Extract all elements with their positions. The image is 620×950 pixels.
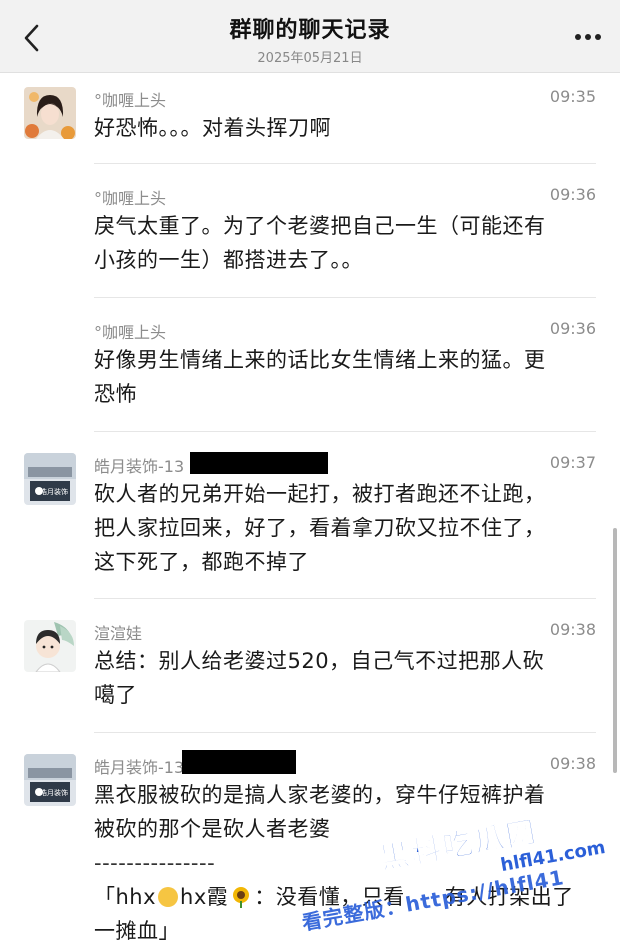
avatar[interactable] [24,87,76,139]
divider [94,163,596,164]
sender-name: °咖喱上头 [94,189,167,208]
message-line: 总结：别人给老婆过520，自己气不过把那人砍 [94,649,545,673]
girl-avatar-image [24,87,76,139]
redaction-bar [190,452,328,474]
sender-name: 渲渲娃 [94,624,143,643]
divider [94,297,596,298]
message-time: 09:36 [549,185,596,204]
boy-cartoon-avatar-image [24,620,76,672]
message-line: 戾气太重了。为了个老婆把自己一生（可能还有 [94,214,546,238]
message-text[interactable]: 戾气太重了。为了个老婆把自己一生（可能还有 小孩的一生）都搭进去了。。 [94,209,599,277]
message-text[interactable]: 好像男生情绪上来的话比女生情绪上来的猛。更 恐怖 [94,343,599,411]
nav-bar: 群聊的聊天记录 2025年05月21日 [0,0,620,73]
message-time: 09:38 [549,754,596,773]
sender-name: 皓月装饰-13 [94,758,185,777]
logo-text: 皓月装饰 [40,487,68,496]
message-line: 这下死了，都跑不掉了 [94,550,309,574]
page-title: 群聊的聊天记录 [229,18,391,43]
sender-name: °咖喱上头 [94,91,167,110]
message-line: 好恐怖。。。对着头挥刀啊 [94,116,331,140]
title-block: 群聊的聊天记录 2025年05月21日 [0,12,620,66]
logo-text: 皓月装饰 [40,788,68,797]
message-time: 09:36 [549,319,596,338]
message-text[interactable]: 好恐怖。。。对着头挥刀啊 [94,111,599,145]
divider [94,431,596,432]
message-text[interactable]: 砍人者的兄弟开始一起打，被打者跑还不让跑， 把人家拉回来，好了，看着拿刀砍又拉不… [94,477,599,579]
more-button[interactable] [570,22,606,52]
message-time: 09:38 [549,620,596,639]
avatar[interactable]: 皓月装饰 [24,754,76,806]
message-line: 噶了 [94,683,137,707]
scrollbar[interactable] [613,528,617,773]
message-line: 砍人者的兄弟开始一起打，被打者跑还不让跑， [94,482,546,506]
avatar[interactable] [24,620,76,672]
message-line: 好像男生情绪上来的话比女生情绪上来的猛。更 [94,348,546,372]
divider [94,732,596,733]
message-time: 09:35 [549,87,596,106]
message-line: 黑衣服被砍的是搞人家老婆的，穿牛仔短裤护着 [94,783,546,807]
sender-name: 皓月装饰-13 [94,457,185,476]
sunflower-icon [233,887,250,908]
message-line: 小孩的一生）都搭进去了。。 [94,248,363,272]
sender-name: °咖喱上头 [94,323,167,342]
chat-date: 2025年05月21日 [257,51,363,66]
avatar[interactable]: 皓月装饰 [24,453,76,505]
smile-face-icon [158,887,179,907]
haoyue-logo-avatar-image: 皓月装饰 [24,453,76,505]
message-time: 09:37 [549,453,596,472]
haoyue-logo-avatar-image: 皓月装饰 [24,754,76,806]
more-dots-icon [575,34,601,40]
divider [94,598,596,599]
message-line: 恐怖 [94,382,137,406]
message-line: 把人家拉回来，好了，看着拿刀砍又拉不住了， [94,516,546,540]
redaction-bar [182,750,296,774]
message-text[interactable]: 总结：别人给老婆过520，自己气不过把那人砍 噶了 [94,644,599,712]
